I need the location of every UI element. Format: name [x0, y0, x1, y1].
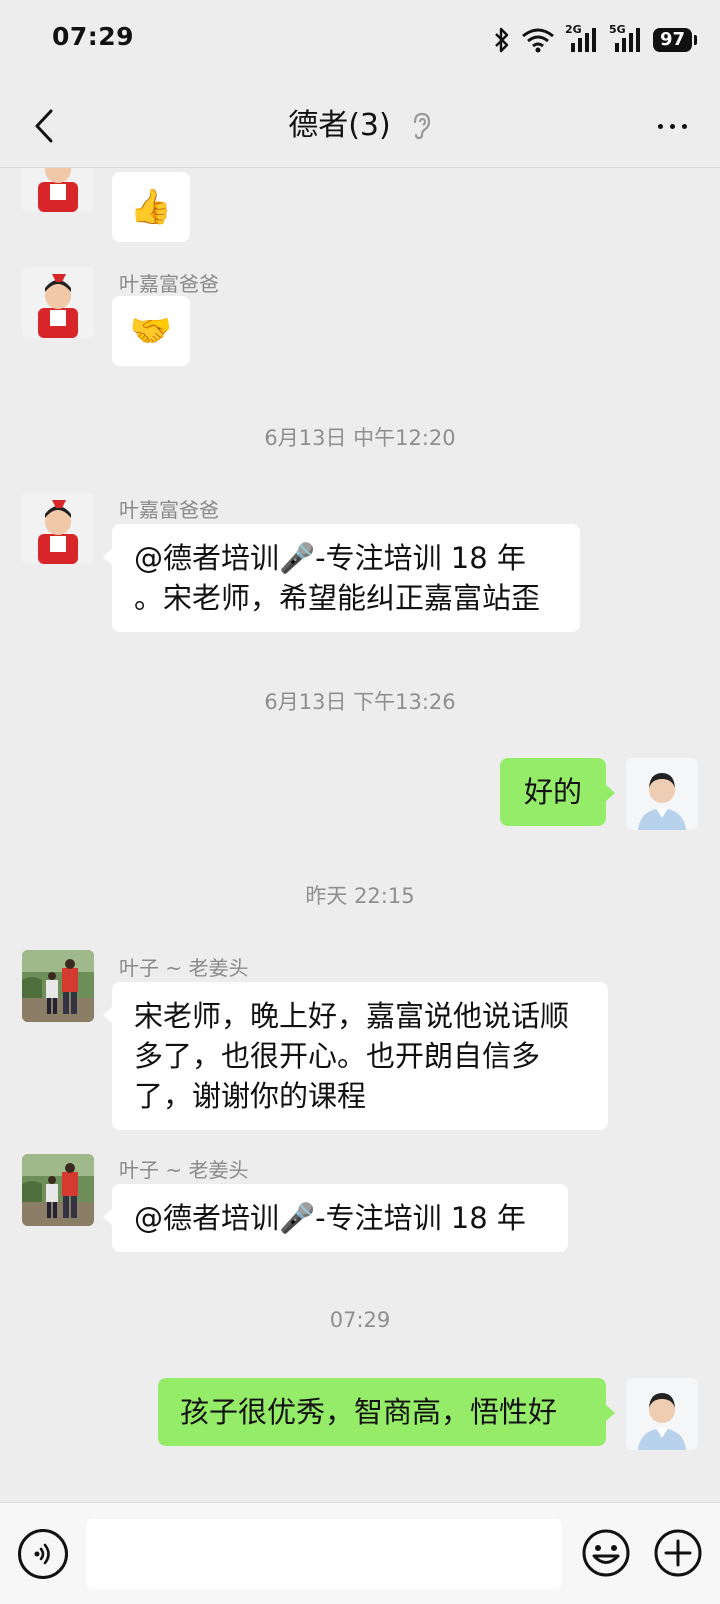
- chat-title: 德者(3): [288, 108, 391, 143]
- timestamp: 昨天 22:15: [305, 884, 415, 908]
- title-wrap: 德者(3): [0, 104, 720, 148]
- text-bubble[interactable]: @德者培训🎤-专注培训 18 年 。宋老师，希望能纠正嘉富站歪: [103, 524, 580, 632]
- emoji-bubble[interactable]: 👍: [112, 172, 190, 242]
- avatar-kids-park[interactable]: [22, 1154, 94, 1226]
- avatar-self[interactable]: [626, 1378, 698, 1450]
- sender-name: 叶子 ~ 老姜头: [119, 956, 249, 980]
- more-button[interactable]: [648, 104, 696, 148]
- signal-5g-icon: 5G: [609, 23, 643, 53]
- avatar-kid[interactable]: [22, 266, 94, 338]
- message-list[interactable]: 👍 叶嘉富爸爸 🤝 6月13日 中午12:20 叶嘉富爸爸 @德者培训🎤-专注培…: [0, 168, 720, 1502]
- text-bubble[interactable]: 宋老师，晚上好，嘉富说他说话顺多了，也很开心。也开朗自信多了，谢谢你的课程: [103, 982, 608, 1130]
- avatar-kid[interactable]: [22, 168, 94, 212]
- voice-button[interactable]: [18, 1529, 68, 1579]
- timestamp: 07:29: [329, 1308, 391, 1332]
- battery-indicator: 97: [652, 28, 698, 52]
- timestamp: 6月13日 中午12:20: [264, 426, 456, 450]
- plus-icon: [654, 1529, 702, 1577]
- plus-button[interactable]: [652, 1527, 704, 1579]
- voice-icon: [34, 1543, 50, 1565]
- status-time: 07:29: [52, 22, 135, 51]
- ear-icon: [410, 111, 432, 145]
- status-icons: 2G 5G 97: [493, 23, 698, 56]
- input-bar: [0, 1502, 720, 1604]
- message-text: @德者培训🎤-专注培训 18 年 。宋老师，希望能纠正嘉富站歪: [134, 541, 541, 615]
- message-text: 宋老师，晚上好，嘉富说他说话顺多了，也很开心。也开朗自信多了，谢谢你的课程: [134, 999, 570, 1113]
- handshake-emoji: 🤝: [129, 311, 173, 351]
- text-bubble[interactable]: 好的: [500, 758, 615, 826]
- sender-name: 叶子 ~ 老姜头: [119, 1158, 249, 1182]
- emoji-bubble[interactable]: 🤝: [112, 296, 190, 366]
- more-dots-icon: [657, 123, 663, 129]
- message-text: 好的: [523, 775, 582, 809]
- thumbs-up-emoji: 👍: [129, 187, 173, 227]
- avatar-kid[interactable]: [22, 492, 94, 564]
- wifi-icon: [521, 27, 555, 53]
- sender-name: 叶嘉富爸爸: [119, 272, 219, 296]
- chat-header: 德者(3): [0, 82, 720, 168]
- avatar-self[interactable]: [626, 758, 698, 830]
- sender-name: 叶嘉富爸爸: [119, 498, 219, 522]
- status-bar: 07:29 2G 5G 97: [0, 0, 720, 82]
- emoji-button[interactable]: [580, 1527, 632, 1579]
- avatar-kids-park[interactable]: [22, 950, 94, 1022]
- emoji-icon: [582, 1529, 630, 1577]
- bluetooth-icon: [493, 26, 511, 54]
- text-bubble[interactable]: 孩子很优秀，智商高，悟性好: [158, 1378, 615, 1446]
- signal-2g-icon: 2G: [565, 23, 599, 53]
- message-input[interactable]: [86, 1519, 562, 1589]
- message-text: @德者培训🎤-专注培训 18 年: [134, 1201, 526, 1235]
- timestamp: 6月13日 下午13:26: [264, 690, 456, 714]
- text-bubble[interactable]: @德者培训🎤-专注培训 18 年: [103, 1184, 568, 1252]
- message-text: 孩子很优秀，智商高，悟性好: [180, 1395, 558, 1429]
